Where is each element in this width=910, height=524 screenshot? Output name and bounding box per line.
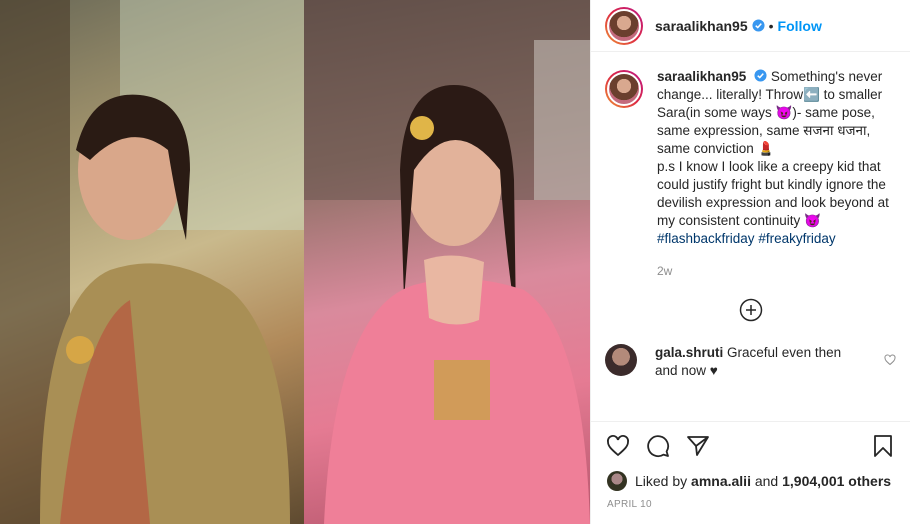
load-more-comments[interactable] [605,298,896,322]
caption-text-4: p.s I know I look like a creepy kid that… [657,159,889,228]
caption-username[interactable]: saraalikhan95 [657,69,746,84]
likes-summary: Liked by amna.alii and 1,904,001 others [591,469,910,493]
likes-count[interactable]: 1,904,001 others [782,473,891,489]
post-media[interactable] [0,0,590,524]
caption-body: saraalikhan95 Something's never change..… [657,68,896,280]
heart-icon[interactable] [606,434,630,458]
comment-button[interactable] [645,433,671,459]
action-bar [591,421,910,469]
emoji: 😈 [775,105,793,120]
liker-username[interactable]: amna.alii [691,473,751,489]
commenter-username[interactable]: gala.shruti [655,345,723,360]
follow-button[interactable]: Follow [778,18,822,34]
comment-body: gala.shruti Graceful even then and now ♥ [655,344,865,380]
liker-avatar[interactable] [607,471,627,491]
plus-circle-icon[interactable] [739,298,763,322]
photo-recent-figure [304,0,590,524]
emoji: 💄 [757,141,775,156]
comment-icon[interactable] [646,434,670,458]
comment-item: gala.shruti Graceful even then and now ♥ [605,344,896,380]
like-button[interactable] [605,433,631,459]
separator-dot: • [768,17,774,34]
post-date[interactable]: APRIL 10 [591,493,910,510]
commenter-avatar[interactable] [605,344,637,376]
likes-middle: and [754,473,779,489]
author-avatar[interactable] [605,6,643,45]
back-arrow-emoji: ⬅️ [803,87,820,102]
caption: saraalikhan95 Something's never change..… [605,68,896,280]
paper-plane-icon[interactable] [686,434,710,458]
photo-childhood [0,0,304,524]
caption-avatar[interactable] [605,70,643,108]
comment-like-heart-icon[interactable] [884,354,896,366]
photo-childhood-figure [0,0,304,524]
hashtag-link[interactable]: #freakyfriday [758,231,835,246]
instagram-post: saraalikhan95 • Follow saraalikhan95 Som… [0,0,910,524]
post-age[interactable]: 2w [657,262,896,280]
post-header: saraalikhan95 • Follow [591,0,910,52]
share-button[interactable] [685,433,711,459]
likes-prefix: Liked by [635,473,688,489]
post-sidebar: saraalikhan95 • Follow saraalikhan95 Som… [590,0,910,524]
verified-badge-icon [752,19,765,32]
bookmark-icon[interactable] [871,434,895,458]
photo-recent [304,0,590,524]
comments-area: saraalikhan95 Something's never change..… [591,52,910,421]
author-username[interactable]: saraalikhan95 [655,18,748,34]
hashtag-link[interactable]: #flashbackfriday [657,231,755,246]
emoji: 😈 [804,213,821,228]
verified-badge-icon [754,69,767,82]
save-button[interactable] [870,433,896,459]
